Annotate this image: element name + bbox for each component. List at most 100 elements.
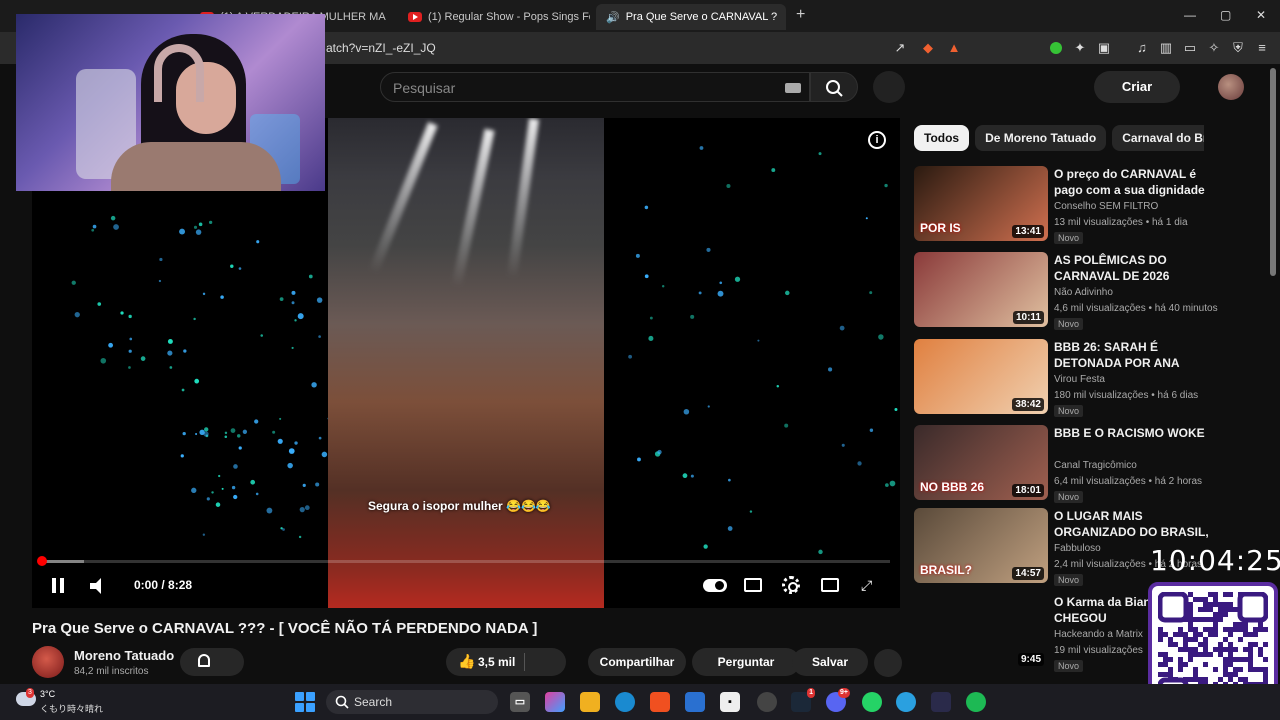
voice-search-button[interactable] — [873, 71, 905, 103]
like-button[interactable]: 👍 3,5 mil — [446, 648, 566, 676]
maximize-button[interactable]: ▢ — [1220, 8, 1231, 22]
network-dot — [140, 356, 146, 361]
sidebar-icon[interactable]: ▥ — [1158, 40, 1174, 56]
store-icon[interactable] — [685, 692, 705, 712]
recommended-title[interactable]: AS POLÊMICAS DO CARNAVAL DE 2026 — [1054, 252, 1214, 284]
wallet-icon[interactable]: ▭ — [1182, 40, 1198, 56]
more-actions-button[interactable] — [874, 649, 902, 677]
rewards-icon[interactable]: ▲ — [946, 40, 962, 56]
captions-icon[interactable] — [744, 578, 762, 592]
qr-module — [1188, 612, 1193, 617]
video-thumbnail[interactable]: BRASIL? 14:57 — [914, 508, 1048, 583]
steam-icon[interactable]: 1 — [791, 688, 815, 712]
network-dot — [315, 482, 320, 487]
edge-icon[interactable] — [615, 692, 635, 712]
chip-moreno-tatuado[interactable]: De Moreno Tatuado — [975, 125, 1107, 151]
qr-module — [1158, 637, 1163, 642]
url-field[interactable]: atch?v=nZI_-eZI_JQ — [326, 41, 436, 55]
minimize-button[interactable]: — — [1184, 8, 1196, 22]
qr-module — [1248, 632, 1253, 637]
recommended-channel[interactable]: Hackeando a Matrix — [1054, 629, 1143, 640]
notification-bell-button[interactable] — [180, 648, 244, 676]
brave-icon[interactable] — [650, 692, 670, 712]
spotify-icon[interactable] — [966, 692, 986, 712]
recommended-video[interactable]: 38:42 BBB 26: SARAH É DETONADA POR ANA MA… — [914, 339, 1214, 421]
chip-todos[interactable]: Todos — [914, 125, 970, 151]
brave-shield-icon[interactable]: ◆ — [920, 40, 936, 56]
recommended-title[interactable]: BBB E O RACISMO WOKE — [1054, 425, 1214, 441]
tab-search-icon[interactable]: ▣ — [1096, 40, 1112, 56]
whatsapp-icon[interactable] — [862, 692, 882, 712]
windows-start-icon[interactable] — [295, 692, 315, 712]
chip-carnaval[interactable]: Carnaval do Brasil — [1112, 125, 1204, 151]
recommended-title[interactable]: BBB 26: SARAH É DETONADA POR ANA MARIA E… — [1054, 339, 1214, 371]
autoplay-toggle[interactable] — [703, 579, 727, 592]
recommended-channel[interactable]: Não Adivinho — [1054, 287, 1113, 298]
telegram-icon[interactable] — [896, 692, 916, 712]
qr-module — [1163, 652, 1168, 657]
settings-gear-icon[interactable] — [782, 576, 800, 594]
keyboard-icon[interactable] — [785, 83, 801, 93]
channel-avatar[interactable] — [32, 646, 64, 678]
progress-bar[interactable] — [37, 556, 890, 566]
close-window-button[interactable]: ✕ — [1256, 8, 1266, 22]
account-avatar[interactable] — [1218, 74, 1244, 100]
recommended-channel[interactable]: Conselho SEM FILTRO — [1054, 201, 1158, 212]
qr-module — [1213, 622, 1218, 627]
scrollbar[interactable] — [1270, 68, 1276, 276]
new-tab-button[interactable]: + — [796, 6, 805, 24]
theater-mode-icon[interactable] — [821, 578, 839, 592]
stage-light — [451, 128, 495, 288]
tab-carnaval[interactable]: 🔊 Pra Que Serve o CARNAVAL ? ✕ — [596, 4, 786, 30]
qr-module — [1168, 657, 1173, 662]
filter-chips: TodosDe Moreno TatuadoCarnaval do Brasil — [914, 125, 1204, 153]
task-view-icon[interactable]: ▭ — [510, 692, 530, 712]
obs-icon[interactable]: ▪ — [720, 692, 740, 712]
search-button[interactable] — [810, 72, 858, 102]
share-icon[interactable]: ↗ — [892, 40, 908, 56]
video-player[interactable]: Segura o isopor mulher 😂😂😂 i 0:00 / 8:28… — [32, 118, 900, 608]
copilot-icon[interactable] — [545, 692, 565, 712]
weather-cloud-icon[interactable]: 3 — [16, 688, 36, 706]
fullscreen-icon[interactable]: ⤢ — [861, 577, 877, 593]
qr-module — [1208, 627, 1213, 632]
extensions-icon[interactable]: ✦ — [1072, 40, 1088, 56]
video-thumbnail[interactable]: POR IS 13:41 — [914, 166, 1048, 241]
save-button[interactable]: Salvar — [792, 648, 868, 676]
qr-module — [1188, 622, 1193, 627]
info-icon[interactable]: i — [868, 131, 886, 149]
video-thumbnail[interactable]: 38:42 — [914, 339, 1048, 414]
share-button[interactable]: Compartilhar — [588, 648, 686, 676]
extension-status-icon[interactable] — [1048, 40, 1064, 56]
app-icon[interactable] — [931, 692, 951, 712]
video-thumbnail[interactable]: NO BBB 26 18:01 — [914, 425, 1048, 500]
discord-icon[interactable]: 9+ — [826, 688, 850, 712]
taskbar-search[interactable]: Search — [326, 690, 498, 714]
network-dot — [71, 280, 76, 285]
qr-module — [1228, 592, 1233, 597]
recommended-video[interactable]: 10:11 AS POLÊMICAS DO CARNAVAL DE 2026 Não… — [914, 252, 1218, 334]
recommended-title[interactable]: O preço do CARNAVAL é pago com a sua dig… — [1054, 166, 1214, 198]
recommended-title[interactable]: O LUGAR MAIS ORGANIZADO DO BRASIL, GRAMA… — [1054, 508, 1214, 540]
file-explorer-icon[interactable] — [580, 692, 600, 712]
video-thumbnail[interactable]: 10:11 — [914, 252, 1048, 327]
create-button[interactable]: Criar — [1094, 71, 1180, 103]
music-icon[interactable]: ♫ — [1134, 40, 1150, 56]
recommended-video[interactable]: POR IS 13:41 O preço do CARNAVAL é pago co… — [914, 166, 1214, 248]
scrubber-handle[interactable] — [37, 556, 47, 566]
vpn-icon[interactable]: ⛨ — [1230, 40, 1246, 56]
recommended-video[interactable]: NO BBB 26 18:01 BBB E O RACISMO WOKE Canal … — [914, 425, 1214, 507]
chatgpt-icon[interactable] — [757, 692, 777, 712]
leo-ai-icon[interactable]: ✧ — [1206, 40, 1222, 56]
recommended-channel[interactable]: Fabbuloso — [1054, 543, 1101, 554]
video-thumbnail[interactable]: 9:45 — [914, 594, 1048, 669]
menu-icon[interactable]: ≡ — [1254, 40, 1270, 56]
tab-regular-show[interactable]: (1) Regular Show - Pops Sings Footlo — [398, 4, 590, 30]
volume-icon[interactable] — [90, 578, 108, 594]
ask-button[interactable]: Perguntar — [692, 648, 800, 676]
pause-icon[interactable] — [51, 578, 65, 593]
search-input[interactable]: Pesquisar — [380, 72, 810, 102]
recommended-channel[interactable]: Virou Festa — [1054, 374, 1105, 385]
channel-name[interactable]: Moreno Tatuado — [74, 648, 174, 663]
recommended-channel[interactable]: Canal Tragicômico — [1054, 460, 1137, 471]
